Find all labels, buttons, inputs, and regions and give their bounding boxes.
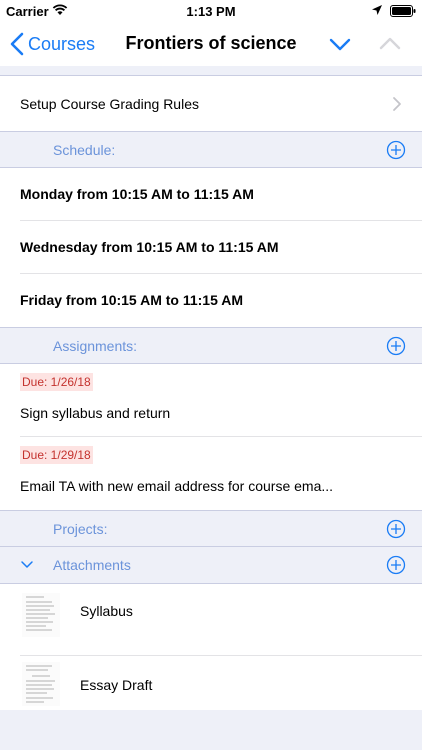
document-thumbnail-icon (22, 593, 60, 637)
attachment-row[interactable]: Syllabus (0, 584, 422, 656)
attachment-name: Essay Draft (80, 677, 153, 693)
setup-grading-rules-row[interactable]: Setup Course Grading Rules (0, 77, 422, 131)
assignment-title: Email TA with new email address for cour… (20, 478, 334, 494)
page-title: Frontiers of science (125, 33, 297, 53)
add-assignment-plus-circle-icon[interactable] (386, 336, 406, 356)
schedule-item-label: Friday from 10:15 AM to 11:15 AM (20, 292, 244, 308)
battery-icon (390, 5, 416, 17)
assignments-section-header: Assignments: (0, 327, 422, 364)
schedule-item-label: Wednesday from 10:15 AM to 11:15 AM (20, 239, 279, 255)
chevron-down-icon[interactable] (328, 34, 352, 54)
chevron-up-icon (379, 37, 401, 50)
assignment-row[interactable]: Due: 1/26/18 Sign syllabus and return (0, 364, 422, 437)
due-date-badge: Due: 1/26/18 (20, 373, 93, 391)
add-schedule-plus-circle-icon[interactable] (386, 140, 406, 160)
navigation-bar: Courses Frontiers of science (0, 22, 422, 66)
assignment-title: Sign syllabus and return (20, 405, 171, 421)
schedule-section-header: Schedule: (0, 131, 422, 168)
status-time: 1:13 PM (186, 4, 236, 19)
projects-section-header: Projects: (0, 510, 422, 547)
chevron-down-icon[interactable] (20, 559, 34, 571)
projects-header-label: Projects: (53, 521, 108, 537)
schedule-row[interactable]: Wednesday from 10:15 AM to 11:15 AM (0, 221, 422, 274)
status-bar: Carrier 1:13 PM (0, 0, 422, 22)
schedule-row[interactable]: Monday from 10:15 AM to 11:15 AM (0, 168, 422, 221)
attachments-header-label: Attachments (53, 557, 131, 573)
schedule-row[interactable]: Friday from 10:15 AM to 11:15 AM (0, 274, 422, 327)
assignments-header-label: Assignments: (53, 338, 138, 354)
chevron-right-icon (393, 97, 401, 111)
setup-grading-rules-label: Setup Course Grading Rules (20, 96, 199, 112)
schedule-header-label: Schedule: (53, 142, 116, 158)
schedule-item-label: Monday from 10:15 AM to 11:15 AM (20, 186, 254, 202)
attachments-section-header: Attachments (0, 547, 422, 584)
due-date-badge: Due: 1/29/18 (20, 446, 93, 464)
assignment-row[interactable]: Due: 1/29/18 Email TA with new email add… (0, 437, 422, 510)
attachment-row[interactable]: Essay Draft (0, 656, 422, 710)
footer-strip (0, 710, 422, 750)
add-attachment-plus-circle-icon[interactable] (386, 555, 406, 575)
location-arrow-icon (372, 5, 382, 15)
section-strip (0, 66, 422, 76)
add-project-plus-circle-icon[interactable] (386, 519, 406, 539)
attachment-name: Syllabus (80, 603, 133, 619)
document-thumbnail-icon (22, 662, 60, 706)
